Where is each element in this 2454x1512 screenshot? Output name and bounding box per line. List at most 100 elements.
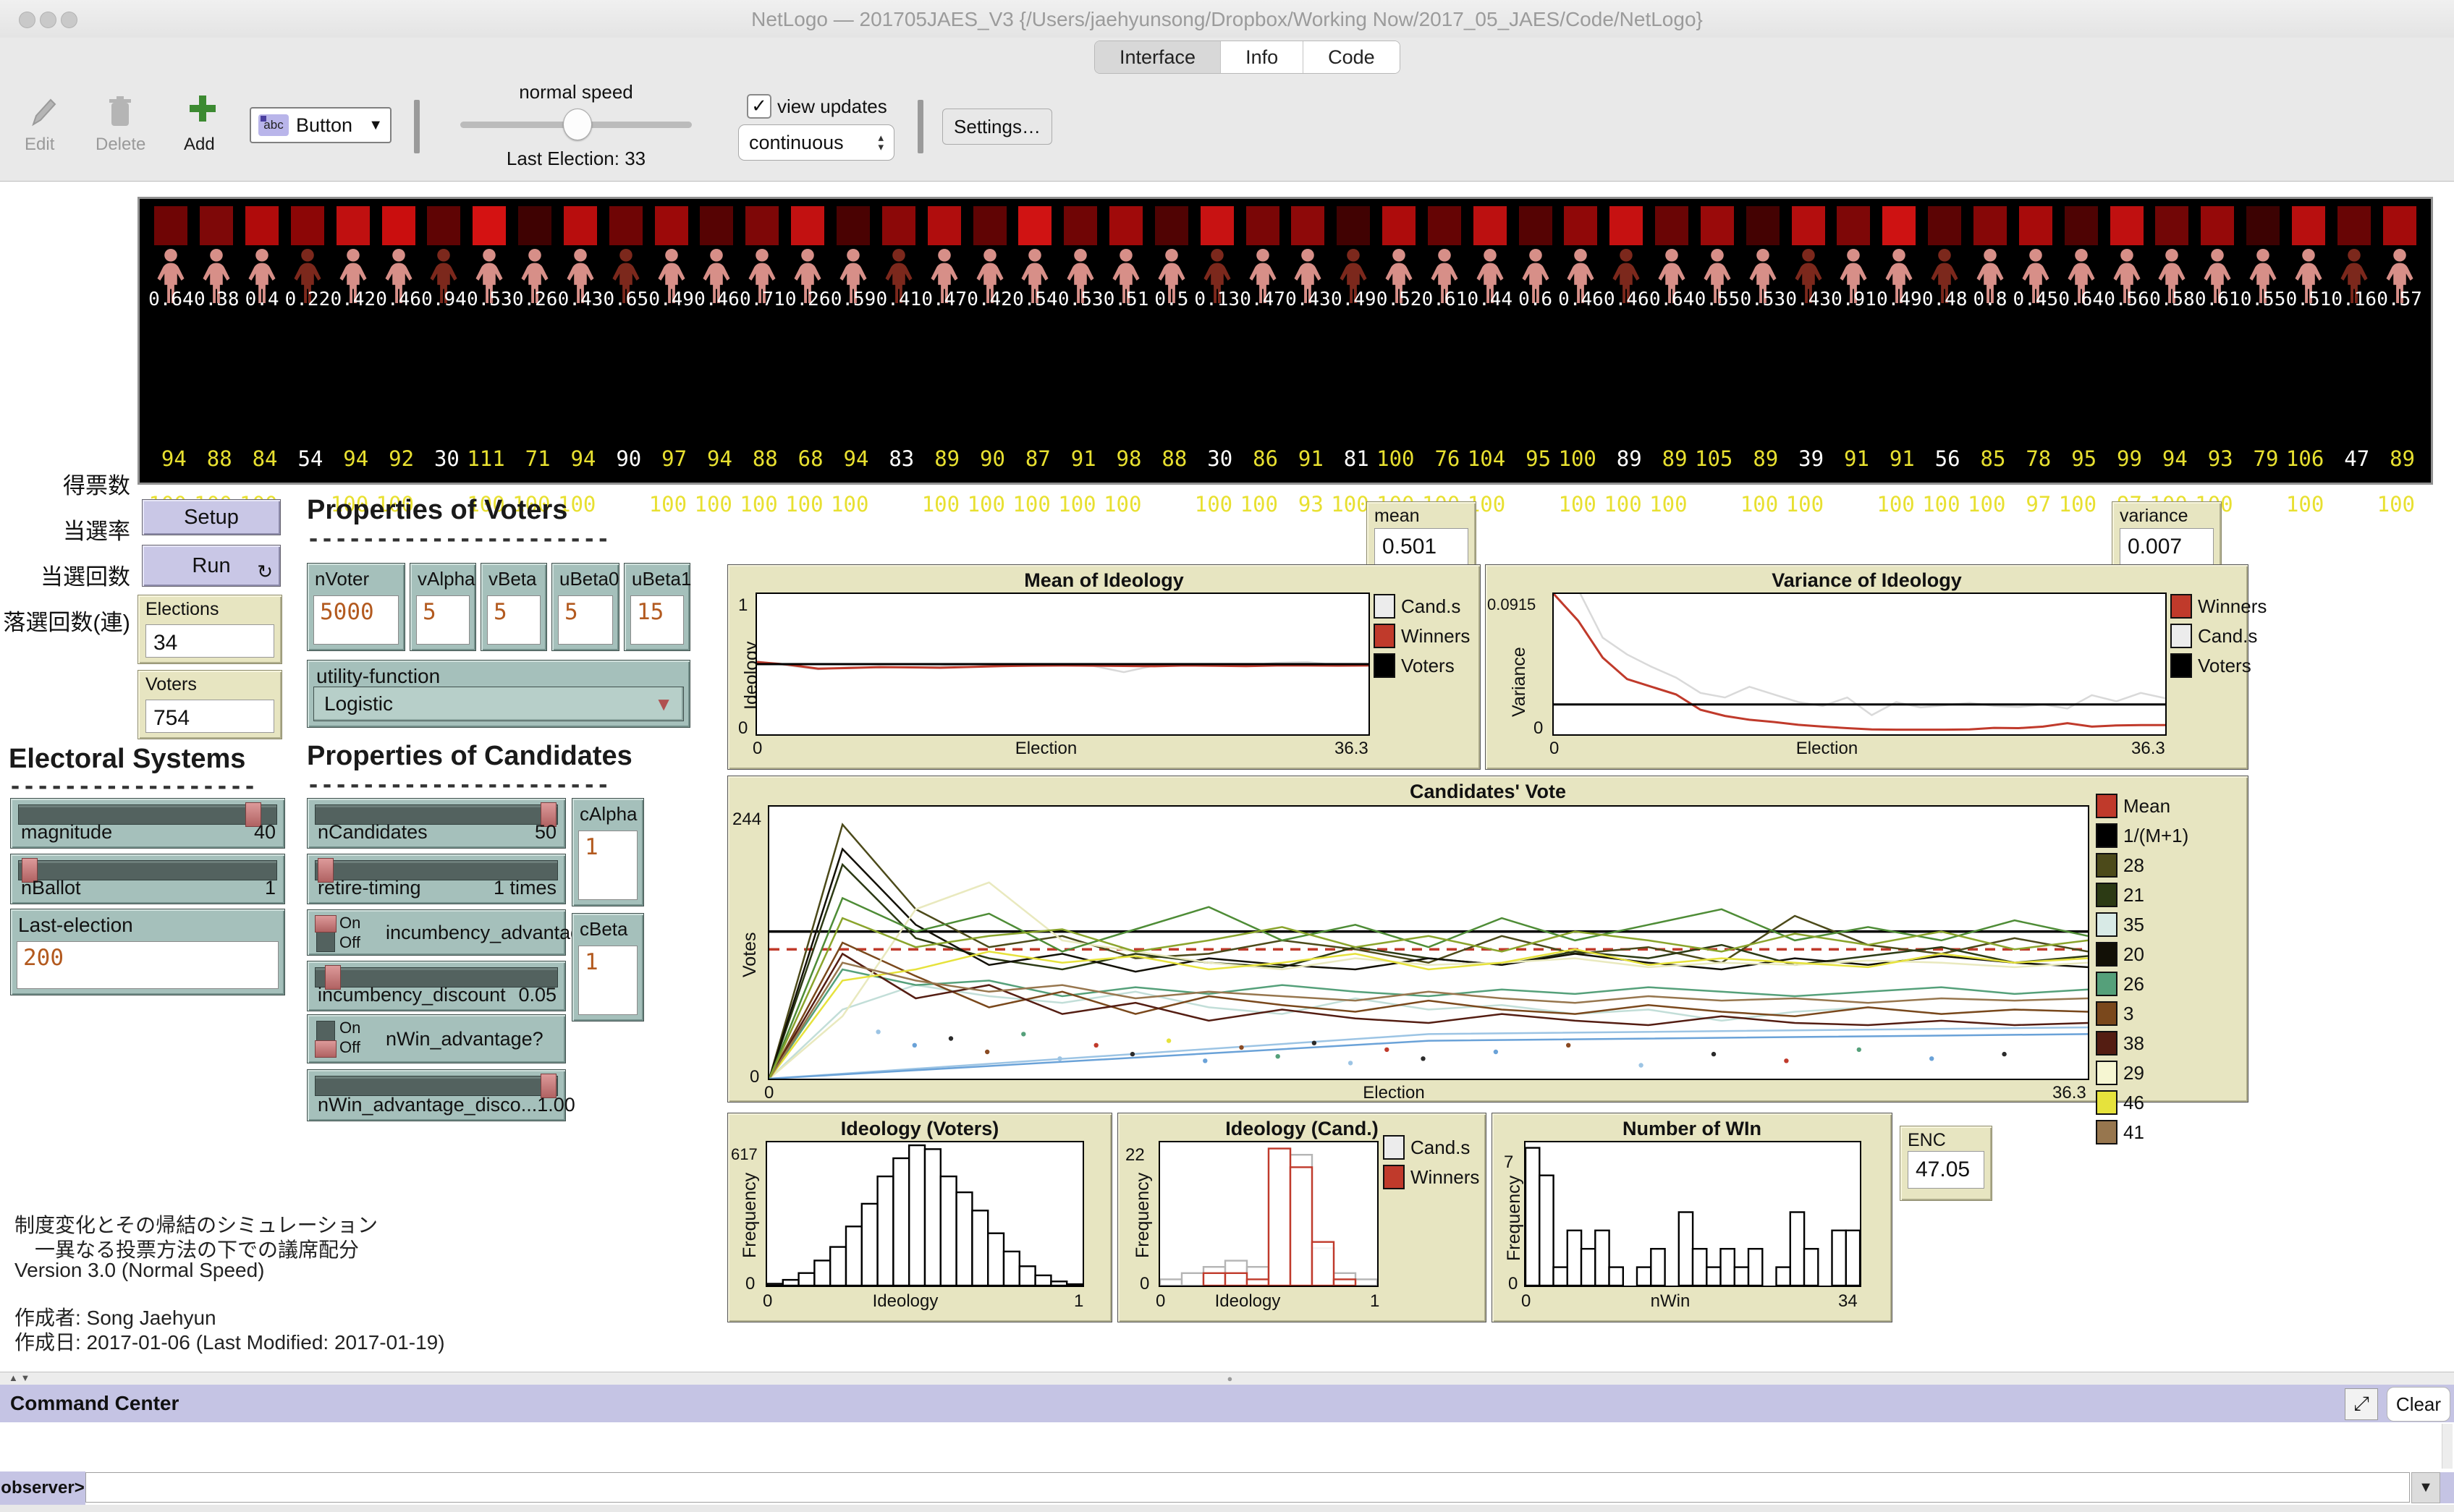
cell-value: 83	[876, 446, 921, 471]
ncandidates-slider[interactable]: nCandidates50	[307, 798, 566, 849]
tab-info[interactable]: Info	[1221, 41, 1303, 73]
ideology-cand-histogram: Ideology (Cand.) 22 Frequency 0 0 Ideolo…	[1117, 1113, 1486, 1322]
party-square	[2201, 206, 2234, 245]
update-mode-dropdown[interactable]: continuous ▴▾	[738, 124, 894, 161]
enc-monitor-value: 47.05	[1908, 1151, 1984, 1189]
off-word: Off	[339, 1037, 360, 1057]
party-square	[700, 206, 733, 245]
wins-row-label: 当選回数	[0, 558, 130, 591]
candidate-column: 0.5	[1148, 206, 1194, 310]
splitter-up-arrow-icon[interactable]: ▲	[9, 1372, 18, 1383]
history-dropdown-button[interactable]: ▼	[2411, 1472, 2440, 1503]
x-max-tick: 1	[1074, 1291, 1083, 1312]
vote-share-label: 0.55	[2241, 289, 2286, 310]
cell-value: 22	[1012, 538, 1058, 562]
cell-value: 32	[921, 538, 967, 562]
switch-handle[interactable]	[315, 915, 337, 933]
input-label: Last-election	[18, 914, 133, 937]
cbeta-input[interactable]: cBeta 1	[572, 913, 644, 1022]
candidate-column: 0.49	[1877, 206, 1922, 310]
calpha-input[interactable]: cAlpha 1	[572, 798, 644, 906]
chooser-field[interactable]: Logistic ▼	[313, 687, 684, 721]
scrollbar-track[interactable]	[2442, 1424, 2453, 1469]
setup-button[interactable]: Setup	[142, 499, 281, 535]
edit-button-label[interactable]: Edit	[25, 135, 54, 155]
switch-slot	[316, 916, 335, 952]
splitter-grip-icon[interactable]: ●	[1227, 1373, 1233, 1384]
observer-prompt[interactable]: observer>	[0, 1471, 85, 1505]
input-value[interactable]: 200	[17, 941, 279, 989]
plot-title: Candidates' Vote	[728, 781, 2248, 803]
party-square	[1792, 206, 1825, 245]
incumbency-advantage-switch[interactable]: On Off incumbency_advantage?	[307, 909, 566, 956]
view-updates-checkbox[interactable]: ✓	[747, 94, 771, 119]
command-center-output[interactable]	[0, 1422, 2454, 1472]
cell-value: 50	[603, 492, 648, 517]
delete-trash-icon[interactable]	[106, 94, 135, 129]
widget-type-dropdown[interactable]: abc Button ▼	[250, 107, 392, 143]
retire-timing-slider[interactable]: retire-timing1 times	[307, 854, 566, 904]
ubeta0-input[interactable]: uBeta0 5	[551, 563, 619, 651]
chooser-value: Logistic	[324, 692, 393, 715]
input-value[interactable]: 5	[558, 595, 613, 645]
add-plus-icon[interactable]	[187, 93, 219, 124]
party-square	[1428, 206, 1461, 245]
candidate-column: 0.41	[876, 206, 921, 310]
tab-code[interactable]: Code	[1303, 41, 1400, 73]
input-value[interactable]: 5	[487, 595, 541, 645]
cell-value: 9	[1831, 538, 1877, 562]
tab-interface[interactable]: Interface	[1095, 41, 1221, 73]
settings-button[interactable]: Settings…	[942, 109, 1052, 145]
vote-share-label: 0.6	[1518, 289, 1552, 310]
ubeta1-input[interactable]: uBeta1 15	[624, 563, 690, 651]
party-square	[2383, 206, 2416, 245]
legend-item: Cand.s	[1374, 594, 1470, 619]
legend-item: 26	[2096, 972, 2188, 996]
legend-label: Mean	[2123, 795, 2170, 817]
vote-share-label: 0.46	[1558, 289, 1604, 310]
add-button-label[interactable]: Add	[184, 135, 215, 155]
nvoter-input[interactable]: nVoter 5000	[307, 563, 405, 651]
last-election-input[interactable]: Last-election 200	[10, 909, 285, 995]
utility-function-chooser[interactable]: utility-function Logistic ▼	[307, 660, 690, 728]
valpha-input[interactable]: vAlpha 5	[410, 563, 476, 651]
nwin-advantage-switch[interactable]: On Off nWin_advantage?	[307, 1014, 566, 1063]
input-value[interactable]: 5000	[313, 595, 399, 645]
input-value[interactable]: 1	[578, 946, 638, 1015]
nwin-advantage-discount-slider[interactable]: nWin_advantage_disco...1.00	[307, 1069, 566, 1121]
incumbency-discount-slider[interactable]: incumbency_discount0.05	[307, 961, 566, 1011]
cell-value: 94	[831, 446, 876, 471]
splitter-down-arrow-icon[interactable]: ▼	[21, 1372, 30, 1383]
magnitude-slider[interactable]: magnitude40	[10, 798, 285, 849]
vote-share-label: 0.42	[967, 289, 1012, 310]
legend-swatch	[2096, 972, 2117, 996]
party-square	[1473, 206, 1507, 245]
splitter-bar[interactable]: ▲ ▼ ●	[0, 1372, 2454, 1386]
clear-button[interactable]: Clear	[2387, 1387, 2450, 1422]
y-min-tick: 0	[1533, 718, 1543, 739]
vbeta-input[interactable]: vBeta 5	[481, 563, 547, 651]
vote-share-label: 0.49	[648, 289, 694, 310]
speed-slider-thumb[interactable]	[563, 109, 592, 140]
losses-row-label: 落選回数(連)	[0, 604, 130, 637]
party-square	[2019, 206, 2052, 245]
variance-of-ideology-plot: Variance of Ideology 0.0915 Variance 0 0…	[1485, 564, 2248, 770]
expand-icon-button[interactable]: ⤢	[2345, 1388, 2378, 1420]
run-button[interactable]: Run ↻	[142, 545, 281, 587]
input-value[interactable]: 1	[578, 831, 638, 900]
switch-handle[interactable]	[315, 1040, 337, 1058]
input-value[interactable]: 15	[630, 595, 684, 645]
cell-value: 0	[1831, 492, 1877, 517]
party-square	[1837, 206, 1870, 245]
cell-value: 100	[2377, 492, 2422, 517]
nballot-slider[interactable]: nBallot1	[10, 854, 285, 904]
edit-pencil-icon[interactable]	[29, 95, 58, 129]
delete-button-label[interactable]: Delete	[96, 135, 145, 155]
input-value[interactable]: 5	[416, 595, 470, 645]
enc-monitor: ENC 47.05	[1900, 1126, 1992, 1201]
vote-share-label: 0.64	[148, 289, 194, 310]
window-title: NetLogo — 201705JAES_V3 {/Users/jaehyuns…	[0, 8, 2454, 31]
slider-label: nWin_advantage_disco...	[318, 1094, 537, 1116]
command-input-field[interactable]	[85, 1472, 2410, 1503]
party-square	[1337, 206, 1370, 245]
